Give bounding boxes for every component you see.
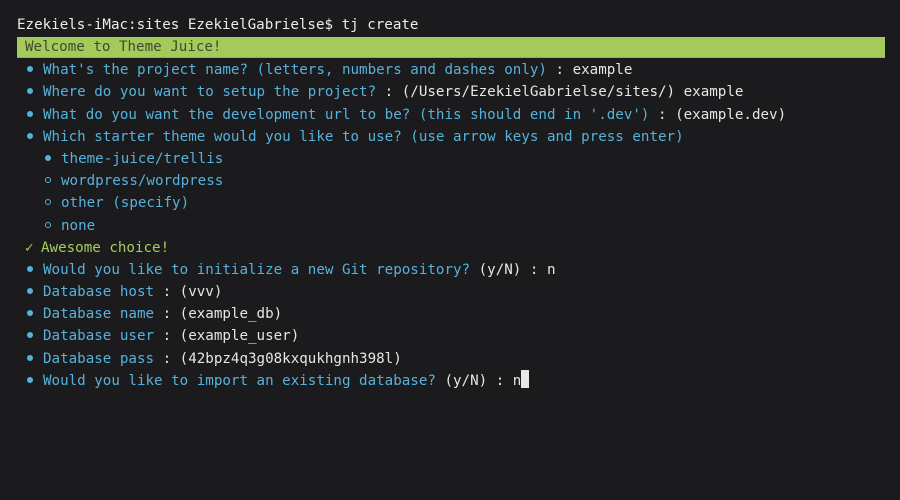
bullet-icon: [27, 104, 43, 126]
radio-unselected-icon: [45, 192, 61, 214]
bullet-icon: [27, 126, 43, 148]
bullet-icon: [27, 325, 43, 347]
radio-unselected-icon: [45, 215, 61, 237]
question-text: Database pass: [43, 350, 155, 367]
question-starter-theme: Which starter theme would you like to us…: [17, 126, 885, 148]
checkmark-icon: ✓: [25, 239, 34, 256]
separator: :: [154, 306, 180, 323]
answer-text: example: [572, 62, 633, 79]
option-label: theme-juice/trellis: [61, 150, 224, 167]
question-dev-url: What do you want the development url to …: [17, 104, 885, 126]
option-label: wordpress/wordpress: [61, 173, 224, 190]
welcome-banner: Welcome to Theme Juice!: [17, 37, 885, 59]
question-text: What do you want the development url to …: [43, 106, 650, 123]
radio-selected-icon: [45, 148, 61, 170]
question-text: Would you like to initialize a new Git r…: [43, 261, 471, 278]
radio-unselected-icon: [45, 170, 61, 192]
answer-text: (example.dev): [675, 106, 787, 123]
hint-text: (y/N): [435, 372, 488, 389]
question-text: Database host: [43, 284, 155, 301]
bullet-icon: [27, 259, 43, 281]
question-setup-location: Where do you want to setup the project? …: [17, 81, 885, 103]
separator: :: [546, 62, 573, 79]
option-label: none: [61, 217, 96, 234]
theme-option[interactable]: none: [17, 215, 885, 237]
theme-option[interactable]: wordpress/wordpress: [17, 170, 885, 192]
banner-text: Welcome to Theme Juice!: [25, 39, 222, 56]
question-import-db[interactable]: Would you like to import an existing dat…: [17, 370, 885, 392]
question-db-host: Database host : (vvv): [17, 281, 885, 303]
text-cursor: [521, 370, 530, 389]
bullet-icon: [27, 281, 43, 303]
bullet-icon: [27, 59, 43, 81]
confirmation-line: ✓ Awesome choice!: [17, 237, 885, 259]
answer-text: (example_user): [179, 328, 300, 345]
hint-text: (y/N): [470, 261, 522, 278]
question-text: Database user: [43, 328, 155, 345]
separator: :: [376, 84, 402, 101]
question-git-repo: Would you like to initialize a new Git r…: [17, 259, 885, 281]
bullet-icon: [27, 81, 43, 103]
theme-option-selected[interactable]: theme-juice/trellis: [17, 148, 885, 170]
bullet-icon: [27, 303, 43, 325]
question-project-name: What's the project name? (letters, numbe…: [17, 59, 885, 81]
question-db-name: Database name : (example_db): [17, 303, 885, 325]
separator: :: [154, 284, 180, 301]
question-text: What's the project name? (letters, numbe…: [43, 62, 547, 79]
option-label: other (specify): [61, 195, 190, 212]
question-db-pass: Database pass : (42bpz4q3g08kxqukhgnh398…: [17, 348, 885, 370]
terminal-window[interactable]: Ezekiels-iMac:sites EzekielGabrielse$ tj…: [17, 14, 885, 392]
answer-text: (42bpz4q3g08kxqukhgnh398l): [179, 350, 402, 367]
separator: :: [487, 372, 513, 389]
question-text: Database name: [43, 306, 155, 323]
question-text: Which starter theme would you like to us…: [43, 128, 684, 145]
question-db-user: Database user : (example_user): [17, 325, 885, 347]
separator: :: [521, 261, 547, 278]
separator: :: [154, 350, 180, 367]
input-answer[interactable]: n: [513, 373, 522, 389]
theme-option[interactable]: other (specify): [17, 192, 885, 214]
answer-text: n: [546, 261, 556, 278]
bullet-icon: [27, 370, 43, 392]
answer-text: (/Users/EzekielGabrielse/sites/) example: [401, 84, 744, 101]
confirmation-text: Awesome choice!: [41, 239, 170, 256]
question-text: Where do you want to setup the project?: [43, 84, 377, 101]
command-text: tj create: [341, 17, 419, 33]
bullet-icon: [27, 348, 43, 370]
answer-text: (example_db): [179, 306, 283, 323]
question-text: Would you like to import an existing dat…: [43, 372, 436, 389]
shell-prompt: Ezekiels-iMac:sites EzekielGabrielse$: [17, 17, 334, 33]
answer-text: (vvv): [179, 284, 223, 301]
separator: :: [649, 106, 676, 123]
prompt-line: Ezekiels-iMac:sites EzekielGabrielse$ tj…: [17, 14, 885, 36]
separator: :: [154, 328, 180, 345]
